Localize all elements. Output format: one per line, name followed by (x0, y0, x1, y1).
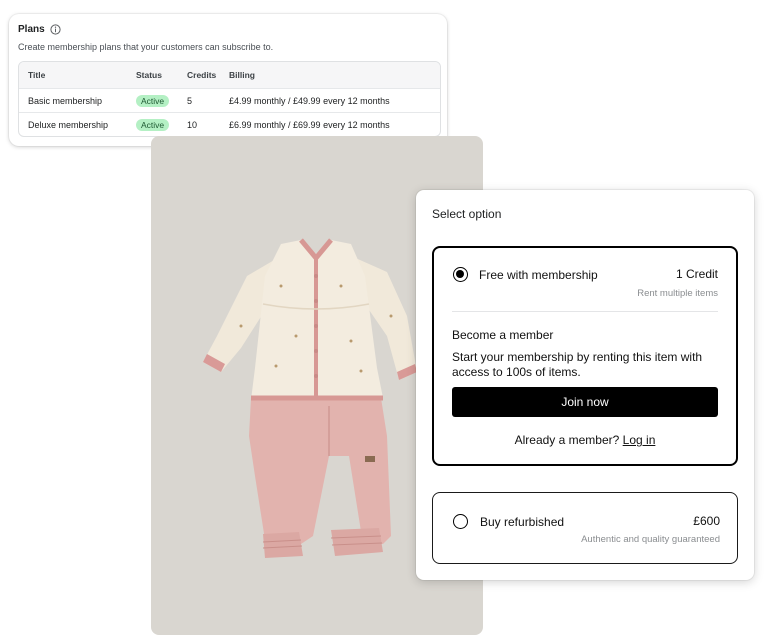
panel-title: Select option (432, 207, 502, 221)
log-in-link[interactable]: Log in (623, 433, 656, 447)
already-member-text: Already a member? (514, 433, 620, 447)
plan-title-cell[interactable]: Deluxe membership (19, 120, 136, 130)
plans-table: Title Status Credits Billing Basic membe… (18, 61, 441, 137)
status-cell: Active (136, 118, 187, 131)
become-member-description: Start your membership by renting this it… (452, 350, 703, 379)
membership-option[interactable]: Free with membership 1 Credit Rent multi… (432, 246, 738, 466)
login-prompt: Already a member? Log in (434, 433, 736, 447)
plans-card: Plans Create membership plans that your … (9, 14, 447, 146)
refurbished-option-label: Buy refurbished (480, 515, 565, 529)
membership-radio[interactable] (453, 267, 468, 282)
plans-header: Plans (18, 24, 438, 35)
status-badge: Active (136, 118, 170, 131)
column-header-billing[interactable]: Billing (229, 70, 440, 80)
cardigan-shape (203, 238, 417, 401)
join-now-button[interactable]: Join now (452, 387, 718, 417)
plan-title-cell[interactable]: Basic membership (19, 96, 136, 106)
plans-title: Plans (18, 24, 45, 35)
column-header-credits[interactable]: Credits (187, 70, 229, 80)
refurbished-price: £600 (693, 514, 720, 528)
credits-cell: 10 (187, 119, 198, 130)
membership-credit-price: 1 Credit (675, 267, 718, 281)
refurbished-option[interactable]: Buy refurbished £600 Authentic and quali… (432, 492, 738, 564)
billing-cell: £4.99 monthly / £49.99 every 12 months (229, 95, 390, 106)
membership-note: Rent multiple items (637, 288, 718, 299)
column-header-title[interactable]: Title (19, 70, 136, 80)
credits-cell: 5 (187, 95, 193, 106)
table-header-row: Title Status Credits Billing (19, 62, 440, 88)
divider (452, 311, 718, 312)
info-icon[interactable] (50, 24, 61, 35)
become-member-heading: Become a member (452, 328, 554, 342)
status-cell: Active (136, 94, 187, 107)
membership-option-label: Free with membership (479, 268, 598, 282)
table-row[interactable]: Basic membership Active 5 £4.99 monthly … (19, 88, 440, 112)
column-header-status[interactable]: Status (136, 70, 187, 80)
plans-subtitle: Create membership plans that your custom… (18, 42, 274, 52)
refurbished-radio[interactable] (453, 514, 468, 529)
trousers-shape (249, 398, 391, 558)
billing-cell: £6.99 monthly / £69.99 every 12 months (229, 119, 390, 130)
status-badge: Active (136, 94, 170, 107)
select-option-panel: Select option Free with membership 1 Cre… (416, 190, 754, 580)
table-row[interactable]: Deluxe membership Active 10 £6.99 monthl… (19, 112, 440, 136)
refurbished-note: Authentic and quality guaranteed (581, 534, 720, 545)
